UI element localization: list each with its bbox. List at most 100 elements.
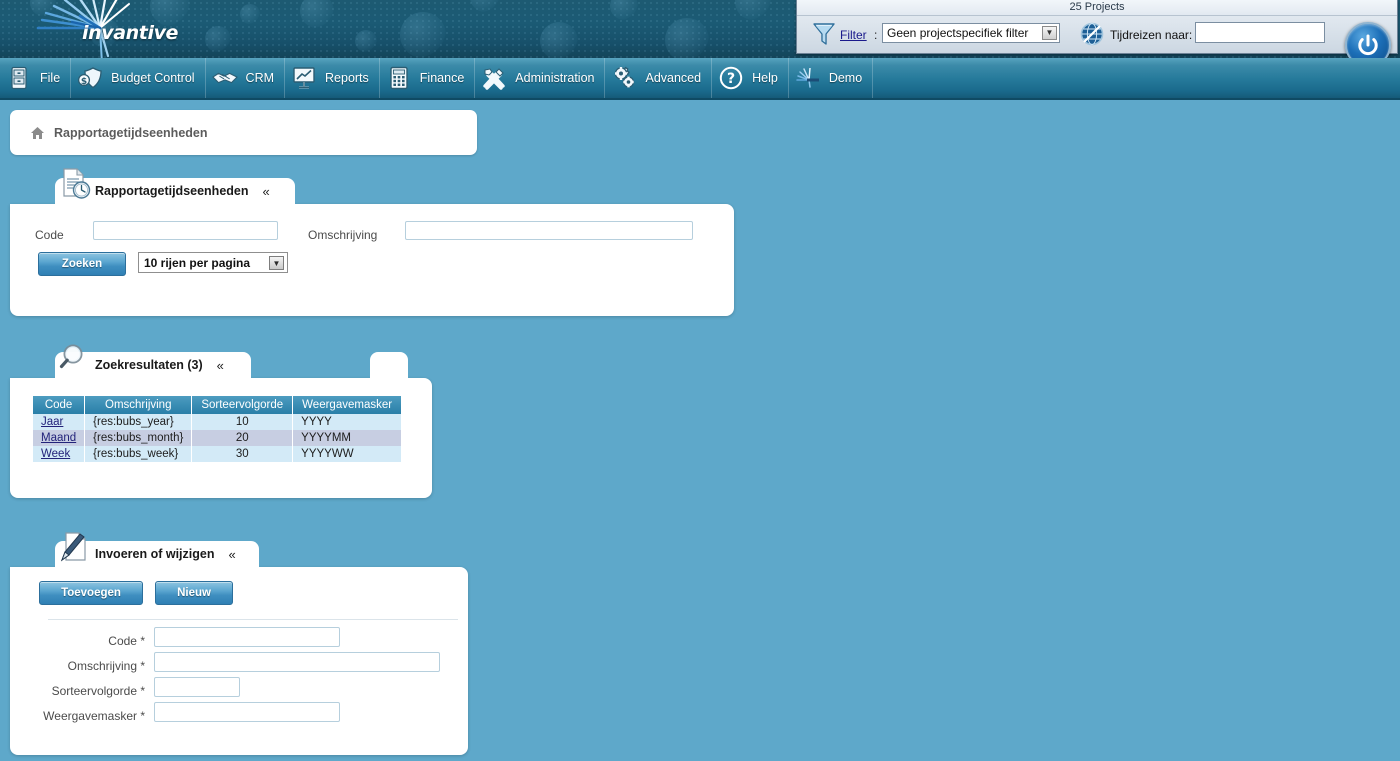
presentation-chart-icon xyxy=(291,65,317,91)
cell-weergavemasker: YYYYWW xyxy=(293,446,401,462)
power-icon xyxy=(1355,32,1381,58)
project-count-title: 25 Projects xyxy=(797,0,1397,16)
row-link-week[interactable]: Week xyxy=(41,448,70,460)
cabinet-icon xyxy=(6,65,32,91)
menu-item-crm[interactable]: CRM xyxy=(206,58,285,98)
menu-item-help[interactable]: ? Help xyxy=(712,58,789,98)
menu-item-administration[interactable]: Administration xyxy=(475,58,605,98)
entry-panel-tab: Invoeren of wijzigen « xyxy=(55,541,259,567)
search-code-input[interactable] xyxy=(93,221,278,240)
label-omschrijving-required: Omschrijving * xyxy=(20,659,145,673)
label-weergavemasker-required: Weergavemasker * xyxy=(20,709,145,723)
search-button[interactable]: Zoeken xyxy=(38,252,126,276)
document-pen-icon xyxy=(57,529,93,565)
label-sorteervolgorde-required: Sorteervolgorde * xyxy=(20,684,145,698)
search-panel-title: Rapportagetijdseenheden xyxy=(95,184,249,198)
column-header-sorteervolgorde[interactable]: Sorteervolgorde xyxy=(192,396,293,414)
column-header-code[interactable]: Code xyxy=(33,396,85,414)
cell-weergavemasker: YYYYMM xyxy=(293,430,401,446)
home-icon[interactable] xyxy=(30,126,45,140)
menu-item-budget-control[interactable]: $ Budget Control xyxy=(71,58,205,98)
cell-weergavemasker: YYYY xyxy=(293,414,401,430)
results-panel-title: Zoekresultaten (3) xyxy=(95,358,203,372)
rows-per-page-value: 10 rijen per pagina xyxy=(144,256,250,270)
menu-label-file: File xyxy=(40,71,60,85)
logo[interactable]: invantive xyxy=(20,0,220,58)
results-panel-body: Code Omschrijving Sorteervolgorde Weerga… xyxy=(10,378,432,498)
globe-clock-icon xyxy=(1080,22,1104,46)
chevron-down-icon[interactable]: ▼ xyxy=(269,256,284,270)
entry-code-input[interactable] xyxy=(154,627,340,647)
table-row: Maand {res:bubs_month} 20 YYYYMM xyxy=(33,430,401,446)
svg-text:$: $ xyxy=(81,77,87,87)
filter-link[interactable]: Filter xyxy=(840,28,867,42)
cell-code: Jaar xyxy=(33,414,85,430)
entry-weergavemasker-input[interactable] xyxy=(154,702,340,722)
handshake-icon xyxy=(212,65,238,91)
document-clock-icon xyxy=(57,166,93,202)
question-circle-icon: ? xyxy=(718,65,744,91)
form-divider xyxy=(48,619,458,620)
menu-item-reports[interactable]: Reports xyxy=(285,58,380,98)
label-omschrijving: Omschrijving xyxy=(308,228,377,242)
menu-label-demo: Demo xyxy=(829,71,862,85)
results-panel-tab: Zoekresultaten (3) « xyxy=(55,352,251,378)
menu-item-finance[interactable]: Finance xyxy=(380,58,475,98)
calculator-icon xyxy=(386,65,412,91)
invantive-mark-icon xyxy=(795,65,821,91)
project-filter-value: Geen projectspecifiek filter xyxy=(887,26,1028,40)
project-filter-panel: 25 Projects Filter : Geen projectspecifi… xyxy=(796,0,1398,54)
search-panel-body: Code Omschrijving Zoeken 10 rijen per pa… xyxy=(10,204,734,316)
menu-item-file[interactable]: File xyxy=(0,58,71,98)
menu-label-reports: Reports xyxy=(325,71,369,85)
column-header-omschrijving[interactable]: Omschrijving xyxy=(85,396,192,414)
cell-omschrijving: {res:bubs_year} xyxy=(85,414,192,430)
entry-omschrijving-input[interactable] xyxy=(154,652,440,672)
money-shield-icon: $ xyxy=(77,65,103,91)
search-panel-tab: Rapportagetijdseenheden « xyxy=(55,178,295,204)
cell-omschrijving: {res:bubs_month} xyxy=(85,430,192,446)
menu-label-advanced: Advanced xyxy=(645,71,701,85)
menu-label-finance: Finance xyxy=(420,71,464,85)
tools-icon xyxy=(481,65,507,91)
timetravel-input[interactable] xyxy=(1195,22,1325,43)
magnifier-icon xyxy=(57,340,93,376)
cell-sorteervolgorde: 30 xyxy=(192,446,293,462)
gears-icon xyxy=(611,65,637,91)
row-link-jaar[interactable]: Jaar xyxy=(41,416,63,428)
collapse-toggle-icon[interactable]: « xyxy=(228,548,235,561)
cell-code: Maand xyxy=(33,430,85,446)
collapse-toggle-icon[interactable]: « xyxy=(263,185,270,198)
label-code-required: Code * xyxy=(20,634,145,648)
column-header-weergavemasker[interactable]: Weergavemasker xyxy=(293,396,401,414)
menu-label-administration: Administration xyxy=(515,71,594,85)
timetravel-label: Tijdreizen naar: xyxy=(1110,28,1192,42)
results-table: Code Omschrijving Sorteervolgorde Weerga… xyxy=(33,396,401,462)
project-filter-select[interactable]: Geen projectspecifiek filter ▼ xyxy=(882,23,1060,43)
results-panel-tab-secondary[interactable] xyxy=(370,352,408,378)
cell-sorteervolgorde: 20 xyxy=(192,430,293,446)
menu-item-advanced[interactable]: Advanced xyxy=(605,58,712,98)
entry-panel-title: Invoeren of wijzigen xyxy=(95,547,214,561)
search-omschrijving-input[interactable] xyxy=(405,221,693,240)
main-menu-bar: File $ Budget Control CRM xyxy=(0,58,1400,100)
row-link-maand[interactable]: Maand xyxy=(41,432,76,444)
new-button[interactable]: Nieuw xyxy=(155,581,233,605)
menu-item-demo[interactable]: Demo xyxy=(789,58,873,98)
table-row: Jaar {res:bubs_year} 10 YYYY xyxy=(33,414,401,430)
table-row: Week {res:bubs_week} 30 YYYYWW xyxy=(33,446,401,462)
cell-code: Week xyxy=(33,446,85,462)
collapse-toggle-icon[interactable]: « xyxy=(217,359,224,372)
menu-label-crm: CRM xyxy=(246,71,274,85)
add-button[interactable]: Toevoegen xyxy=(39,581,143,605)
svg-text:?: ? xyxy=(727,71,735,87)
rows-per-page-select[interactable]: 10 rijen per pagina ▼ xyxy=(138,252,288,273)
chevron-down-icon[interactable]: ▼ xyxy=(1042,26,1057,40)
filter-colon: : xyxy=(874,28,877,42)
entry-sorteervolgorde-input[interactable] xyxy=(154,677,240,697)
funnel-icon xyxy=(813,22,835,46)
label-code: Code xyxy=(35,228,64,242)
breadcrumb-current[interactable]: Rapportagetijdseenheden xyxy=(54,126,208,140)
entry-panel-body: Toevoegen Nieuw Code * Omschrijving * So… xyxy=(10,567,468,755)
cell-sorteervolgorde: 10 xyxy=(192,414,293,430)
